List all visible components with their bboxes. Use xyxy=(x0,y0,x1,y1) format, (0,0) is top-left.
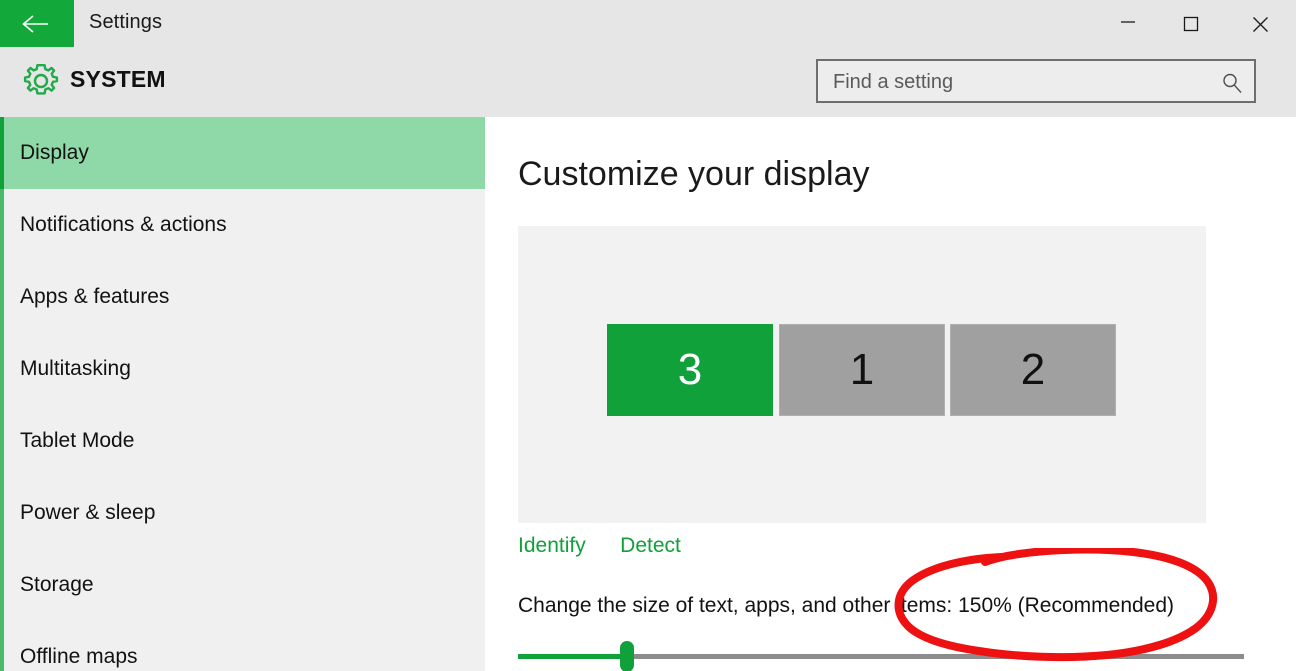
page-category-title: SYSTEM xyxy=(70,66,166,92)
sidebar-item-label: Multitasking xyxy=(20,357,131,380)
monitor-number: 1 xyxy=(849,345,875,394)
sidebar-item-storage[interactable]: Storage xyxy=(0,549,485,621)
monitor-arrangement-stage[interactable]: 3 1 2 xyxy=(518,226,1206,523)
page-header: SYSTEM xyxy=(0,47,1296,117)
sidebar-item-label: Notifications & actions xyxy=(20,213,227,236)
back-arrow-icon xyxy=(22,15,48,33)
selected-indicator xyxy=(0,117,4,189)
sidebar-item-notifications-actions[interactable]: Notifications & actions xyxy=(0,189,485,261)
search-box[interactable] xyxy=(816,59,1256,103)
scale-label: Change the size of text, apps, and other… xyxy=(518,594,1175,617)
slider-thumb[interactable] xyxy=(620,641,634,671)
sidebar-item-multitasking[interactable]: Multitasking xyxy=(0,333,485,405)
title-bar: Settings xyxy=(0,0,1296,47)
search-input[interactable] xyxy=(831,61,1215,103)
monitor-tile-1[interactable]: 1 xyxy=(779,324,945,416)
sidebar-item-label: Apps & features xyxy=(20,285,170,308)
settings-content: Customize your display 3 1 2 Identify De… xyxy=(485,117,1296,671)
sidebar-item-label: Tablet Mode xyxy=(20,429,135,452)
sidebar-item-label: Storage xyxy=(20,573,94,596)
sidebar-item-apps-features[interactable]: Apps & features xyxy=(0,261,485,333)
close-button[interactable] xyxy=(1236,0,1284,47)
detect-link[interactable]: Detect xyxy=(620,534,681,557)
settings-sidebar: Display Notifications & actions Apps & f… xyxy=(0,117,485,671)
monitor-number: 3 xyxy=(677,345,703,394)
sidebar-item-offline-maps[interactable]: Offline maps xyxy=(0,621,485,671)
sidebar-item-display[interactable]: Display xyxy=(0,117,485,189)
gear-icon xyxy=(20,60,62,107)
minimize-icon xyxy=(1121,21,1135,23)
monitor-tile-3[interactable]: 3 xyxy=(607,324,773,416)
page-title: Customize your display xyxy=(518,155,870,193)
slider-fill xyxy=(518,654,625,659)
monitor-number: 2 xyxy=(1020,345,1046,394)
window-title: Settings xyxy=(89,11,163,33)
search-icon xyxy=(1220,71,1244,100)
minimize-button[interactable] xyxy=(1104,0,1152,47)
identify-link[interactable]: Identify xyxy=(518,534,586,557)
sidebar-item-power-sleep[interactable]: Power & sleep xyxy=(0,477,485,549)
settings-window: Settings SYSTEM Find a setting Display N… xyxy=(0,0,1296,671)
sidebar-item-label: Display xyxy=(20,141,89,164)
maximize-button[interactable] xyxy=(1167,0,1215,47)
sidebar-item-label: Power & sleep xyxy=(20,501,156,524)
scale-slider[interactable] xyxy=(518,640,1244,671)
monitor-tile-2[interactable]: 2 xyxy=(950,324,1116,416)
sidebar-item-label: Offline maps xyxy=(20,645,138,668)
back-button[interactable] xyxy=(0,0,74,47)
maximize-icon xyxy=(1183,16,1199,32)
close-icon xyxy=(1252,17,1268,32)
sidebar-item-tablet-mode[interactable]: Tablet Mode xyxy=(0,405,485,477)
display-action-links: Identify Detect xyxy=(518,534,711,558)
